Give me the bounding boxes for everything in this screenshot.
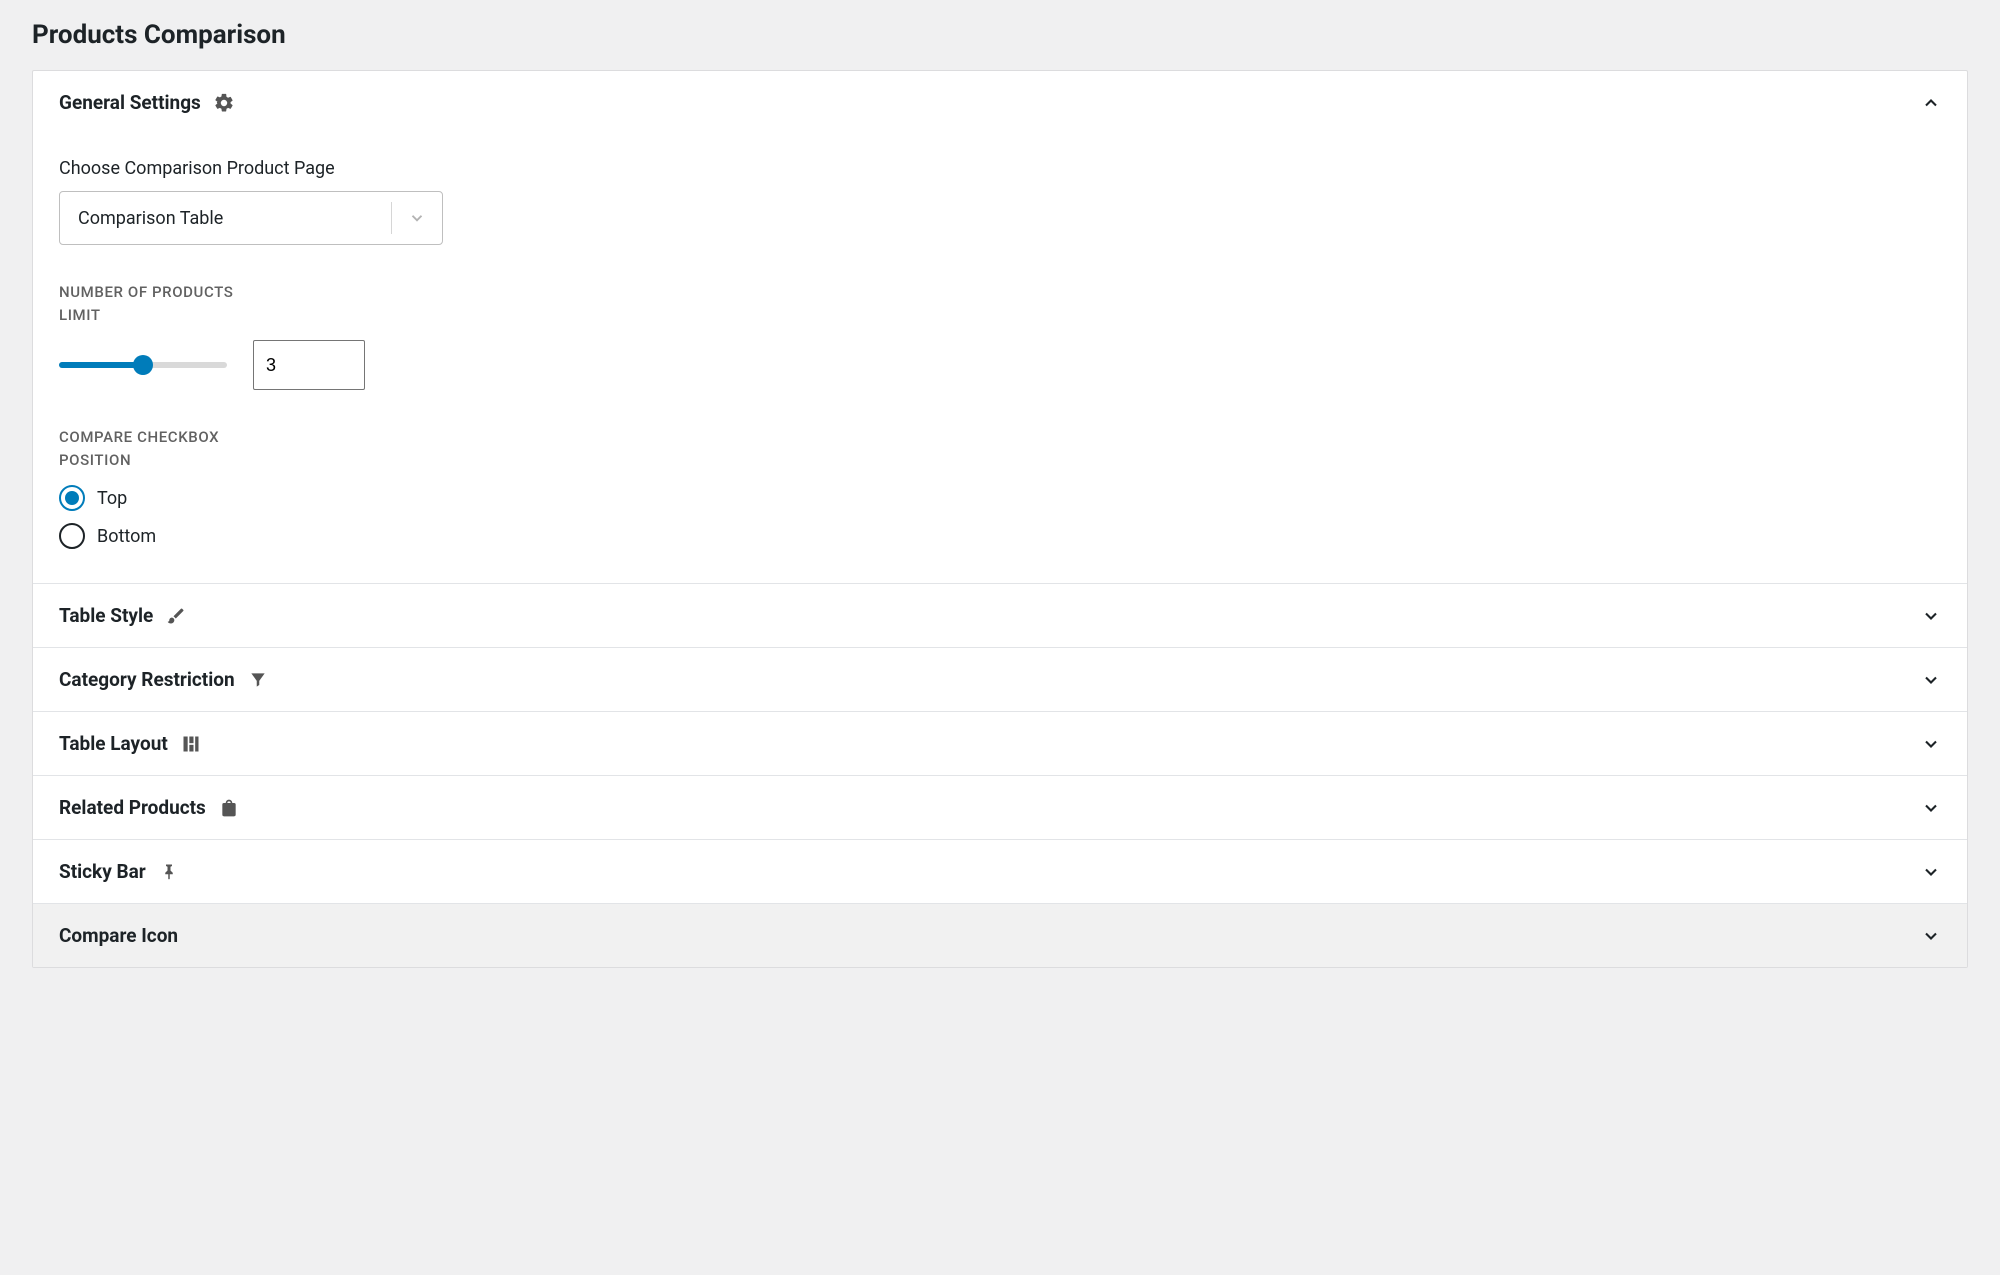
chevron-down-icon (1921, 926, 1941, 946)
section-title: Compare Icon (59, 924, 178, 947)
chevron-down-icon (1921, 862, 1941, 882)
field-label: NUMBER OF PRODUCTS LIMIT (59, 281, 279, 326)
settings-panel: General Settings Choose Comparison Produ… (32, 70, 1968, 968)
chevron-down-icon (1921, 798, 1941, 818)
section-sticky-bar: Sticky Bar (33, 840, 1967, 904)
radio-indicator (59, 485, 85, 511)
section-compare-icon: Compare Icon (33, 904, 1967, 967)
pin-icon (158, 861, 180, 883)
radio-option-top[interactable]: Top (59, 485, 1941, 511)
slider-thumb[interactable] (133, 355, 153, 375)
field-checkbox-position: COMPARE CHECKBOX POSITION Top Bottom (59, 426, 1941, 549)
chevron-down-icon (392, 209, 442, 227)
section-table-style: Table Style (33, 584, 1967, 648)
chevron-up-icon (1921, 93, 1941, 113)
chevron-down-icon (1921, 606, 1941, 626)
section-header-table-layout[interactable]: Table Layout (33, 712, 1967, 775)
layout-icon (180, 733, 202, 755)
field-label: COMPARE CHECKBOX POSITION (59, 426, 279, 471)
section-body-general: Choose Comparison Product Page Compariso… (33, 134, 1967, 583)
radio-indicator (59, 523, 85, 549)
bag-icon (218, 797, 240, 819)
slider-fill (59, 362, 143, 368)
section-header-compare-icon[interactable]: Compare Icon (33, 904, 1967, 967)
chevron-down-icon (1921, 734, 1941, 754)
radio-label: Bottom (97, 526, 156, 547)
section-title: Table Layout (59, 732, 168, 755)
section-related-products: Related Products (33, 776, 1967, 840)
section-general-settings: General Settings Choose Comparison Produ… (33, 71, 1967, 584)
funnel-icon (247, 669, 269, 691)
section-header-related-products[interactable]: Related Products (33, 776, 1967, 839)
section-title: General Settings (59, 91, 201, 114)
section-title: Sticky Bar (59, 860, 146, 883)
radio-option-bottom[interactable]: Bottom (59, 523, 1941, 549)
products-limit-input[interactable] (253, 340, 365, 390)
comparison-page-select[interactable]: Comparison Table (59, 191, 443, 245)
radio-label: Top (97, 488, 127, 509)
section-header-table-style[interactable]: Table Style (33, 584, 1967, 647)
chevron-down-icon (1921, 670, 1941, 690)
section-table-layout: Table Layout (33, 712, 1967, 776)
section-header-category-restriction[interactable]: Category Restriction (33, 648, 1967, 711)
section-header-sticky-bar[interactable]: Sticky Bar (33, 840, 1967, 903)
select-value: Comparison Table (60, 208, 391, 229)
field-comparison-page: Choose Comparison Product Page Compariso… (59, 158, 1941, 245)
brush-icon (165, 605, 187, 627)
section-header-general-settings[interactable]: General Settings (33, 71, 1967, 134)
section-title: Table Style (59, 604, 153, 627)
section-category-restriction: Category Restriction (33, 648, 1967, 712)
page-title: Products Comparison (32, 20, 1968, 50)
field-products-limit: NUMBER OF PRODUCTS LIMIT (59, 281, 1941, 390)
section-title: Category Restriction (59, 668, 235, 691)
field-label: Choose Comparison Product Page (59, 158, 1941, 179)
section-title: Related Products (59, 796, 206, 819)
gear-icon (213, 92, 235, 114)
products-limit-slider[interactable] (59, 362, 227, 368)
